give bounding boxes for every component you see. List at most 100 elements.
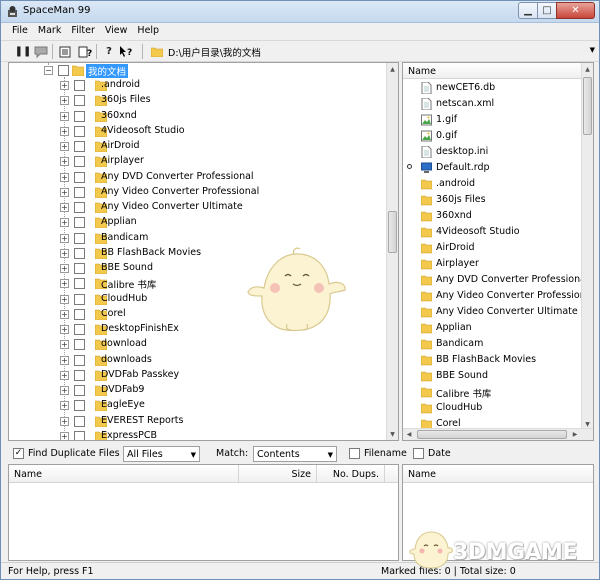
expand-icon[interactable]: +	[60, 248, 69, 258]
tree-checkbox[interactable]	[74, 95, 85, 107]
expand-icon[interactable]: +	[60, 81, 69, 90]
file-list-item[interactable]: 0.gif	[403, 128, 583, 144]
tree-checkbox[interactable]	[74, 186, 85, 198]
file-list-item[interactable]: BB FlashBack Movies	[403, 352, 583, 368]
file-list-item[interactable]: .android	[403, 176, 583, 192]
tree-item[interactable]: + DVDFab9	[9, 383, 389, 398]
tree-item[interactable]: + .android	[9, 78, 389, 93]
expand-icon[interactable]: +	[60, 218, 69, 228]
scroll-up-icon[interactable]: ▲	[387, 63, 398, 75]
expand-icon[interactable]: +	[60, 401, 69, 411]
scroll-right-icon[interactable]: ▶	[569, 429, 581, 440]
menu-view[interactable]: View	[100, 23, 133, 40]
minimize-button[interactable]: ▁	[518, 2, 538, 19]
file-list-item[interactable]: Bandicam	[403, 336, 583, 352]
expand-icon[interactable]: +	[60, 370, 69, 380]
file-list-item[interactable]: CloudHub	[403, 400, 583, 416]
file-list-item[interactable]: Airplayer	[403, 256, 583, 272]
expand-icon[interactable]: +	[60, 294, 69, 304]
file-list-item[interactable]: Any Video Converter Professional	[403, 288, 593, 304]
file-list-item[interactable]: 1.gif	[403, 112, 583, 128]
match-select[interactable]: Contents ▼	[253, 446, 337, 462]
expand-icon[interactable]: +	[60, 431, 69, 440]
scroll-thumb[interactable]	[388, 211, 397, 253]
name-column-header[interactable]: Name	[403, 63, 581, 79]
tree-vertical-scrollbar[interactable]: ▲ ▼	[386, 63, 398, 440]
file-filter-select[interactable]: All Files ▼	[123, 446, 200, 462]
expand-icon[interactable]: +	[60, 233, 69, 243]
tree-item[interactable]: + EVEREST Reports	[9, 414, 389, 429]
file-list-item[interactable]: Any Video Converter Ultimate	[403, 304, 583, 320]
file-list-item[interactable]: newCET6.db	[403, 80, 583, 96]
expand-icon[interactable]: +	[60, 264, 69, 273]
tree-item[interactable]: + EagleEye	[9, 398, 389, 413]
expand-icon[interactable]: +	[60, 172, 69, 182]
file-list-item[interactable]: Default.rdp	[403, 160, 583, 176]
expand-icon[interactable]: +	[60, 386, 69, 395]
file-horizontal-scrollbar[interactable]: ◀ ▶	[403, 428, 593, 440]
expand-icon[interactable]: +	[60, 416, 69, 426]
filename-checkbox[interactable]	[349, 448, 360, 459]
tree-checkbox[interactable]	[74, 171, 85, 183]
expand-icon[interactable]: +	[60, 96, 69, 106]
scroll-thumb[interactable]	[417, 430, 567, 439]
tree-item[interactable]: + download	[9, 337, 389, 352]
expand-icon[interactable]: +	[60, 157, 69, 167]
menu-file[interactable]: File	[1, 23, 33, 40]
tree-item[interactable]: + Any Video Converter Ultimate	[9, 200, 389, 215]
pause-button[interactable]: ❚❚	[15, 44, 32, 59]
file-list-item[interactable]: Any DVD Converter Professional	[403, 272, 589, 288]
tree-checkbox[interactable]	[74, 430, 85, 440]
dup-size-column-header[interactable]: Size	[239, 465, 317, 483]
tree-checkbox[interactable]	[74, 110, 85, 122]
file-list-item[interactable]: Applian	[403, 320, 583, 336]
dup-right-name-header[interactable]: Name	[403, 465, 593, 483]
scroll-thumb[interactable]	[583, 77, 592, 135]
tree-item[interactable]: + Airplayer	[9, 154, 389, 169]
tree-checkbox[interactable]	[74, 369, 85, 381]
find-duplicates-checkbox[interactable]: ✓	[13, 448, 24, 459]
tree-item[interactable]: + downloads	[9, 353, 389, 368]
expand-icon[interactable]: +	[60, 309, 69, 319]
chevron-down-icon[interactable]: ▼	[590, 46, 595, 54]
file-list-item[interactable]: 360js Files	[403, 192, 583, 208]
tree-checkbox[interactable]	[74, 415, 85, 427]
tree-checkbox[interactable]	[58, 65, 69, 76]
scroll-left-icon[interactable]: ◀	[403, 429, 415, 440]
tree-item[interactable]: + ExpressPCB	[9, 429, 389, 440]
file-vertical-scrollbar[interactable]: ▲ ▼	[581, 63, 593, 430]
expand-icon[interactable]: +	[60, 142, 69, 151]
tree-item-root[interactable]: − 我的文档	[9, 63, 389, 78]
dup-count-column-header[interactable]: No. Dups.	[317, 465, 385, 483]
maximize-button[interactable]: □	[537, 2, 557, 19]
expand-icon[interactable]: +	[60, 340, 69, 350]
expand-icon[interactable]: +	[60, 203, 69, 212]
file-list-item[interactable]: netscan.xml	[403, 96, 583, 112]
tree-checkbox[interactable]	[74, 247, 85, 259]
tree-checkbox[interactable]	[74, 156, 85, 168]
tree-item[interactable]: + Bandicam	[9, 231, 389, 246]
tree-checkbox[interactable]	[74, 202, 85, 213]
scroll-down-icon[interactable]: ▼	[387, 428, 398, 440]
tree-item[interactable]: +360xnd	[9, 109, 389, 124]
collapse-icon[interactable]: −	[44, 66, 53, 75]
tree-checkbox[interactable]	[74, 263, 85, 274]
title-bar[interactable]: SpaceMan 99 ▁ □ ✕	[1, 1, 599, 23]
menu-filter[interactable]: Filter	[66, 23, 100, 40]
file-list-item[interactable]: AirDroid	[403, 240, 583, 256]
tree-checkbox[interactable]	[74, 278, 85, 290]
file-list-item[interactable]: 360xnd	[403, 208, 583, 224]
duplicates-list[interactable]: Name Size No. Dups.	[8, 464, 399, 561]
date-checkbox[interactable]	[413, 448, 424, 459]
close-button[interactable]: ✕	[556, 2, 595, 19]
expand-icon[interactable]: +	[60, 355, 69, 365]
file-list[interactable]: Name newCET6.db netscan.xml 1.gif 0.gif desk…	[402, 62, 594, 441]
comment-button[interactable]	[33, 44, 49, 59]
menu-mark[interactable]: Mark	[33, 23, 66, 40]
tree-item[interactable]: + DVDFab Passkey	[9, 368, 389, 383]
tree-checkbox[interactable]	[74, 400, 85, 412]
tree-checkbox[interactable]	[74, 293, 85, 305]
tree-checkbox[interactable]	[74, 324, 85, 335]
tree-checkbox[interactable]	[74, 354, 85, 366]
help-page-button[interactable]: ?	[77, 44, 93, 59]
